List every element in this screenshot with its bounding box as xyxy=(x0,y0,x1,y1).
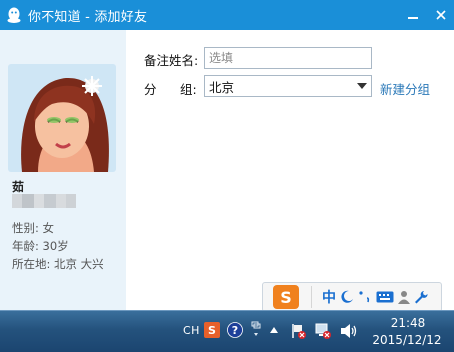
remark-name-label: 备注姓名: xyxy=(144,53,199,68)
title-bar[interactable]: 你不知道 - 添加好友 xyxy=(0,0,454,30)
group-select[interactable]: 北京 xyxy=(204,75,372,97)
moon-icon[interactable] xyxy=(340,287,354,307)
new-group-link[interactable]: 新建分组 xyxy=(380,79,430,98)
group-select-value: 北京 xyxy=(209,79,235,95)
wrench-icon[interactable] xyxy=(414,287,428,307)
clock-date[interactable]: 2015/12/12 xyxy=(366,333,448,347)
user-icon[interactable] xyxy=(398,287,410,307)
punctuation-icon[interactable] xyxy=(358,287,372,307)
window-switch-icon[interactable] xyxy=(251,321,261,339)
show-hidden-icons-button[interactable] xyxy=(270,327,278,333)
avatar[interactable] xyxy=(8,64,116,172)
ime-separator xyxy=(311,286,312,308)
location-info: 所在地: 北京 大兴 xyxy=(12,257,104,271)
profile-panel: 茹 性别: 女 年龄: 30岁 所在地: 北京 大兴 xyxy=(0,30,126,310)
minimize-icon xyxy=(408,17,418,19)
gender-info: 性别: 女 xyxy=(12,221,55,235)
svg-text:?: ? xyxy=(232,324,238,337)
minimize-button[interactable] xyxy=(400,0,426,30)
input-language-indicator[interactable]: CH xyxy=(183,324,200,337)
remark-name-input[interactable] xyxy=(204,47,372,69)
close-button[interactable] xyxy=(428,0,454,30)
sogou-logo-icon[interactable]: S xyxy=(273,285,299,309)
taskbar: CH S ? 21:48 2015/12/12 xyxy=(0,310,454,352)
dialog-body: 茹 性别: 女 年龄: 30岁 所在地: 北京 大兴 备注姓名: 分 组: 北京… xyxy=(0,30,454,310)
qq-number-redacted xyxy=(12,194,76,208)
action-center-flag-icon[interactable] xyxy=(290,322,308,340)
avatar-image xyxy=(8,64,116,172)
keyboard-icon[interactable] xyxy=(376,287,394,307)
ime-chinese-mode[interactable]: 中 xyxy=(322,287,336,307)
volume-icon[interactable] xyxy=(340,323,358,339)
nickname: 茹 xyxy=(12,180,25,194)
group-label-right: 组: xyxy=(180,82,197,97)
network-icon[interactable] xyxy=(314,322,332,340)
clock-time[interactable]: 21:48 xyxy=(376,316,440,330)
group-label-left: 分 xyxy=(144,82,157,97)
close-icon xyxy=(436,10,446,20)
help-icon[interactable]: ? xyxy=(227,322,243,338)
ime-toolbar[interactable]: S 中 xyxy=(262,282,442,312)
age-info: 年龄: 30岁 xyxy=(12,239,69,253)
dropdown-arrow-icon xyxy=(357,83,367,89)
window-title: 你不知道 - 添加好友 xyxy=(28,9,148,25)
sogou-tray-icon[interactable]: S xyxy=(204,322,220,338)
qq-penguin-icon xyxy=(7,7,21,23)
